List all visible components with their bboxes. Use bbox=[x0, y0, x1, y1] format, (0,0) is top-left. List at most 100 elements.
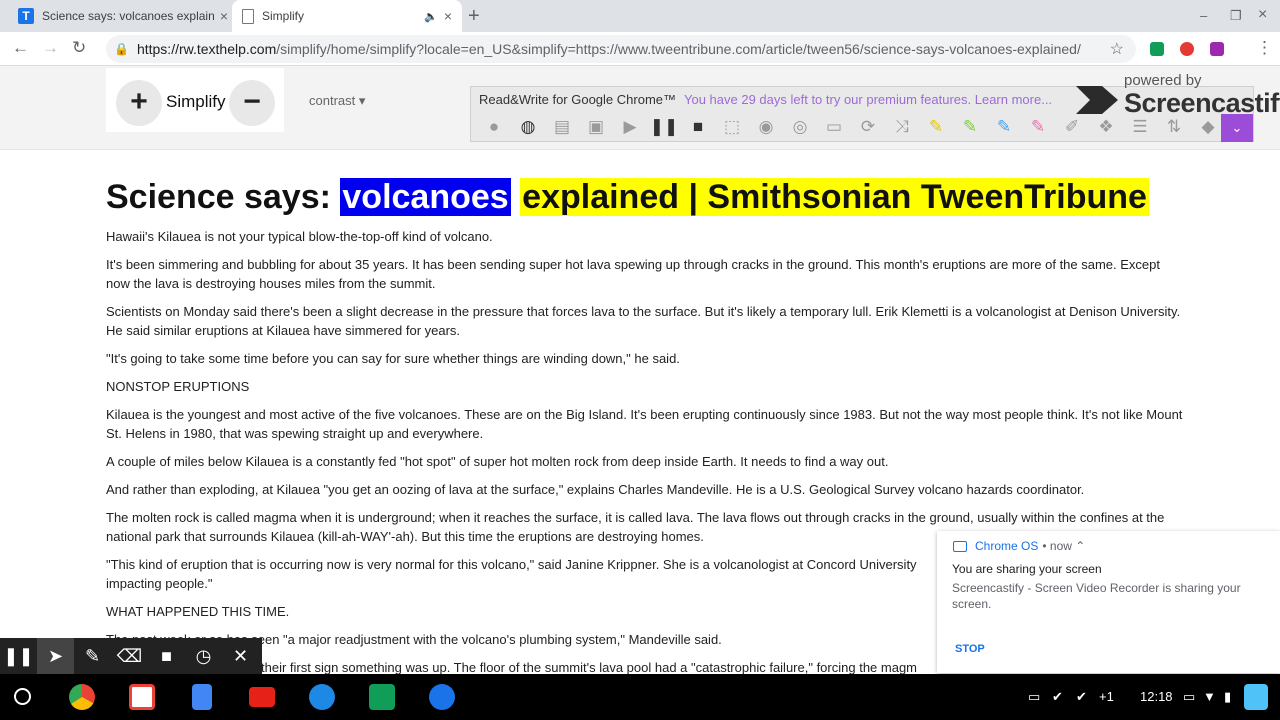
gmail-app-icon[interactable] bbox=[129, 684, 155, 710]
screenshot-reader-icon[interactable]: ⬚ bbox=[715, 114, 749, 140]
screencastify-logo-icon bbox=[1076, 86, 1118, 114]
pause-recording-icon[interactable]: ❚❚ bbox=[0, 638, 37, 674]
article-paragraph: A couple of miles below Kilauea is a con… bbox=[106, 454, 889, 469]
stop-icon[interactable]: ■ bbox=[681, 114, 715, 140]
drive-sync-icon[interactable]: ✔ bbox=[1052, 689, 1063, 705]
stop-sharing-button[interactable]: STOP bbox=[955, 643, 985, 655]
notification-header: Chrome OS • now ⌃ bbox=[953, 539, 1085, 553]
tweentribune-favicon-icon: T bbox=[18, 8, 34, 24]
close-tab-icon[interactable]: × bbox=[220, 8, 228, 24]
screen-sharing-notification: Chrome OS • now ⌃ You are sharing your s… bbox=[937, 531, 1280, 673]
highlighter-pink-icon[interactable]: ✎ bbox=[1021, 114, 1055, 140]
cast-status-icon[interactable]: ▭ bbox=[1183, 689, 1195, 705]
tab-title: Science says: volcanoes explaine bbox=[42, 9, 214, 23]
reload-button[interactable]: ↻ bbox=[72, 38, 86, 58]
youtube-app-icon[interactable] bbox=[249, 687, 275, 707]
eraser-tool-icon[interactable]: ⌫ bbox=[111, 638, 148, 674]
cursor-tool-icon[interactable]: ➤ bbox=[37, 638, 74, 674]
bookmark-star-icon[interactable]: ☆ bbox=[1110, 39, 1124, 59]
article-paragraph: "It's going to take some time before you… bbox=[106, 351, 680, 366]
battery-icon[interactable]: ▮ bbox=[1224, 689, 1231, 705]
webcam-icon[interactable]: ■ bbox=[148, 638, 185, 674]
tab-science-says[interactable]: T Science says: volcanoes explaine × bbox=[8, 0, 238, 32]
headline-selected-word[interactable]: volcanoes bbox=[340, 178, 511, 216]
contrast-dropdown[interactable]: contrast ▾ bbox=[309, 93, 365, 109]
picture-dictionary-icon[interactable]: ▤ bbox=[545, 114, 579, 140]
classroom-app-icon[interactable] bbox=[369, 684, 395, 710]
close-tab-icon[interactable]: × bbox=[444, 8, 452, 24]
new-tab-button[interactable]: + bbox=[468, 5, 480, 28]
user-avatar[interactable] bbox=[1244, 684, 1268, 710]
chrome-menu-icon[interactable]: ⋮ bbox=[1256, 38, 1273, 58]
highlighter-yellow-icon[interactable]: ✎ bbox=[919, 114, 953, 140]
section-heading: NONSTOP ERUPTIONS bbox=[106, 379, 250, 394]
article-paragraph: And rather than exploding, at Kilauea "y… bbox=[106, 482, 1085, 497]
launcher-icon[interactable] bbox=[14, 688, 31, 705]
highlighter-green-icon[interactable]: ✎ bbox=[953, 114, 987, 140]
close-bar-icon[interactable]: ✕ bbox=[222, 638, 259, 674]
screencastify-watermark: powered by Screencastify bbox=[1070, 70, 1280, 126]
increase-simplify-button[interactable]: + bbox=[116, 80, 162, 126]
readwrite-title: Read&Write for Google Chrome™ bbox=[479, 92, 677, 107]
notification-body: Screencastify - Screen Video Recorder is… bbox=[952, 581, 1241, 611]
pen-tool-icon[interactable]: ✎ bbox=[74, 638, 111, 674]
lock-icon: 🔒 bbox=[114, 42, 129, 56]
translator-icon[interactable]: ⤨ bbox=[885, 114, 919, 140]
url-host: https://rw.texthelp.com bbox=[136, 41, 277, 57]
tab-simplify[interactable]: Simplify 🔈 × bbox=[232, 0, 462, 32]
chrome-app-icon[interactable] bbox=[69, 684, 95, 710]
clock[interactable]: 12:18 bbox=[1140, 689, 1173, 704]
browser-toolbar: ← → ↻ 🔒 https://rw.texthelp.com/simplify… bbox=[0, 32, 1280, 66]
screencastify-brand: Screencastify bbox=[1124, 88, 1280, 118]
article-paragraph: Hawaii's Kilauea is not your typical blo… bbox=[106, 229, 493, 244]
keep-app-icon[interactable] bbox=[429, 684, 455, 710]
notification-source: Chrome OS bbox=[975, 539, 1039, 553]
simplify-label: Simplify bbox=[166, 92, 226, 111]
article-headline: Science says: volcanoes explained | Smit… bbox=[106, 177, 1186, 217]
notification-time[interactable]: • now ⌃ bbox=[1042, 539, 1085, 553]
article-paragraph: Scientists on Monday said there's been a… bbox=[106, 304, 1181, 338]
article-paragraph: It's been simmering and bubbling for abo… bbox=[106, 257, 1161, 291]
wifi-icon[interactable]: ▼ bbox=[1203, 689, 1216, 704]
pause-icon[interactable]: ❚❚ bbox=[647, 114, 681, 140]
address-bar[interactable]: 🔒 https://rw.texthelp.com/simplify/home/… bbox=[106, 35, 1136, 63]
prediction-icon[interactable]: ● bbox=[477, 114, 511, 140]
headline-highlighted-text: explained | Smithsonian TweenTribune bbox=[520, 178, 1149, 216]
audio-maker-icon[interactable]: ◉ bbox=[749, 114, 783, 140]
webpage-simplify-icon[interactable]: ▭ bbox=[817, 114, 851, 140]
simplify-controls: + Simplify − bbox=[106, 68, 284, 132]
tab-strip: T Science says: volcanoes explaine × Sim… bbox=[0, 0, 1280, 32]
minimize-button[interactable]: – bbox=[1200, 8, 1207, 23]
powered-by-label: powered by bbox=[1124, 72, 1202, 89]
headline-prefix: Science says: bbox=[106, 178, 341, 216]
article-paragraph: "This kind of eruption that is occurring… bbox=[106, 557, 917, 591]
forward-button[interactable]: → bbox=[42, 38, 59, 58]
cast-extension-icon[interactable] bbox=[1150, 42, 1164, 56]
readwrite-extension-icon[interactable] bbox=[1210, 42, 1224, 56]
files-app-icon[interactable] bbox=[309, 684, 335, 710]
chromeos-shelf: ▭ ✔ ✔ +1 12:18 ▭ ▼ ▮ bbox=[0, 674, 1280, 720]
checkmark-icon[interactable]: ✔ bbox=[1076, 689, 1087, 705]
voice-note-icon[interactable]: ⟳ bbox=[851, 114, 885, 140]
highlighter-blue-icon[interactable]: ✎ bbox=[987, 114, 1021, 140]
cast-icon bbox=[953, 540, 967, 552]
close-window-button[interactable]: × bbox=[1258, 6, 1267, 24]
speaker-icon[interactable]: 🔈 bbox=[424, 10, 438, 23]
restore-button[interactable]: ❐ bbox=[1230, 8, 1242, 24]
article-paragraph: Kilauea is the youngest and most active … bbox=[106, 407, 1183, 441]
trial-notice-link[interactable]: You have 29 days left to try our premium… bbox=[684, 92, 1052, 107]
tab-title: Simplify bbox=[262, 9, 305, 23]
back-button[interactable]: ← bbox=[12, 38, 29, 58]
screen-mask-icon[interactable]: ◎ bbox=[783, 114, 817, 140]
recording-control-bar: ❚❚ ➤ ✎ ⌫ ■ ◷ ✕ bbox=[0, 638, 262, 674]
timer-icon[interactable]: ◷ bbox=[185, 638, 222, 674]
screen-capture-icon[interactable]: ▭ bbox=[1028, 689, 1040, 705]
screencastify-extension-icon[interactable] bbox=[1180, 42, 1194, 56]
image-icon[interactable]: ▣ bbox=[579, 114, 613, 140]
play-icon[interactable]: ▶ bbox=[613, 114, 647, 140]
docs-app-icon[interactable] bbox=[192, 684, 212, 710]
dictionary-icon[interactable]: ◍ bbox=[511, 114, 545, 140]
page-favicon-icon bbox=[242, 8, 254, 24]
more-notifications-count[interactable]: +1 bbox=[1099, 689, 1114, 704]
decrease-simplify-button[interactable]: − bbox=[229, 80, 275, 126]
